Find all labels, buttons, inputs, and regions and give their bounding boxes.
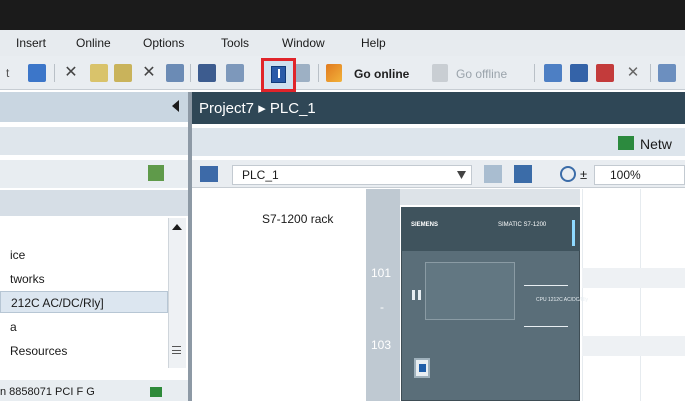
plc-io-terminals [524,285,568,286]
rack-label: S7-1200 rack [262,212,334,226]
editor-breadcrumb: Project7 ▸ PLC_1 [199,100,316,117]
paste-icon[interactable] [114,64,132,82]
save-icon[interactable] [28,64,46,82]
rack-slot-column [366,189,400,401]
copy-icon[interactable] [90,64,108,82]
tree-item-data[interactable]: a [0,316,168,338]
plc-front-panel [425,262,515,320]
main-toolbar: t ✕ ✕ Go online Go offline ✕ [0,56,685,90]
toolbar-divider [534,64,535,82]
tree-item-interface[interactable]: n 8858071 PCI F G [0,386,95,398]
toolbar-divider [190,64,191,82]
slot-number: 103 [371,338,392,352]
project-tree-header [0,92,188,122]
network-view-icon[interactable] [618,136,634,150]
tab-network-view[interactable]: Netw [640,136,672,152]
upload-icon[interactable] [226,64,244,82]
tree-item-add-device[interactable]: ice [0,244,168,266]
zoom-value: 100% [610,168,641,182]
collapse-pane-icon[interactable] [172,100,179,112]
cross-reference-icon[interactable]: ✕ [624,64,642,82]
download-arrow-icon [278,69,280,78]
grid-line [640,189,641,401]
split-editor-icon[interactable] [658,64,676,82]
slot-number: 101 [371,266,392,280]
go-online-icon[interactable] [326,64,342,82]
window-title-bar [0,0,685,30]
plc-led [418,290,421,300]
go-offline-icon [432,64,448,82]
zoom-plus-minus-icon[interactable]: ± [580,167,587,182]
view-tabs-bar [192,128,685,156]
toolbar-divider [54,64,55,82]
rack-view-icon[interactable] [484,165,502,183]
grid-line [582,189,583,401]
menu-window[interactable]: Window [282,36,325,50]
tree-column-header [0,190,188,216]
menu-tools[interactable]: Tools [221,36,249,50]
plc-status-strip [572,220,575,246]
undo-icon[interactable] [166,64,184,82]
show-overview-icon[interactable] [148,165,164,181]
plc-model: SIMATIC S7-1200 [498,222,547,228]
menu-help[interactable]: Help [361,36,386,50]
menu-insert[interactable]: Insert [16,36,46,50]
accessible-devices-icon[interactable] [544,64,562,82]
table-view-icon[interactable] [514,165,532,183]
device-select-value: PLC_1 [242,168,279,182]
stop-cpu-icon[interactable] [596,64,614,82]
empty-slot-row [582,336,685,356]
plc-brand: SIEMENS [411,222,439,228]
scroll-grip-icon[interactable] [172,346,181,354]
empty-slot-row [582,268,685,288]
slot-number: - [380,300,384,314]
go-online-button[interactable]: Go online [354,67,409,81]
tree-item-resources[interactable]: Resources [0,340,168,362]
download-to-device-button[interactable] [261,58,296,92]
menu-online[interactable]: Online [76,36,111,50]
plc-led [412,290,415,300]
device-view-icon[interactable] [200,166,218,182]
plc-module-top [401,207,580,251]
plc-io-terminals [524,326,568,327]
ethernet-port-icon [414,358,430,378]
tree-item-devices-networks[interactable]: tworks [0,268,168,290]
toolbar-divider [650,64,651,82]
zoom-icon[interactable] [560,166,576,182]
delete-icon[interactable]: ✕ [140,64,158,82]
project-tree-subheader [0,127,188,155]
go-offline-button: Go offline [456,67,508,81]
plc-cpu-label: CPU 1212C AC/DC/Rly [536,297,588,303]
cut-icon[interactable]: ✕ [62,64,80,82]
toolbar-divider [318,64,319,82]
tree-item-plc[interactable]: 212C AC/DC/Rly] [0,291,168,313]
menu-options[interactable]: Options [143,36,184,50]
start-cpu-icon[interactable] [570,64,588,82]
menu-bar: Insert Online Options Tools Window Help [0,30,685,56]
compile-icon[interactable] [198,64,216,82]
network-card-icon [150,387,162,397]
scroll-up-icon[interactable] [172,224,182,230]
cut-fragment-icon[interactable]: t [6,66,9,80]
